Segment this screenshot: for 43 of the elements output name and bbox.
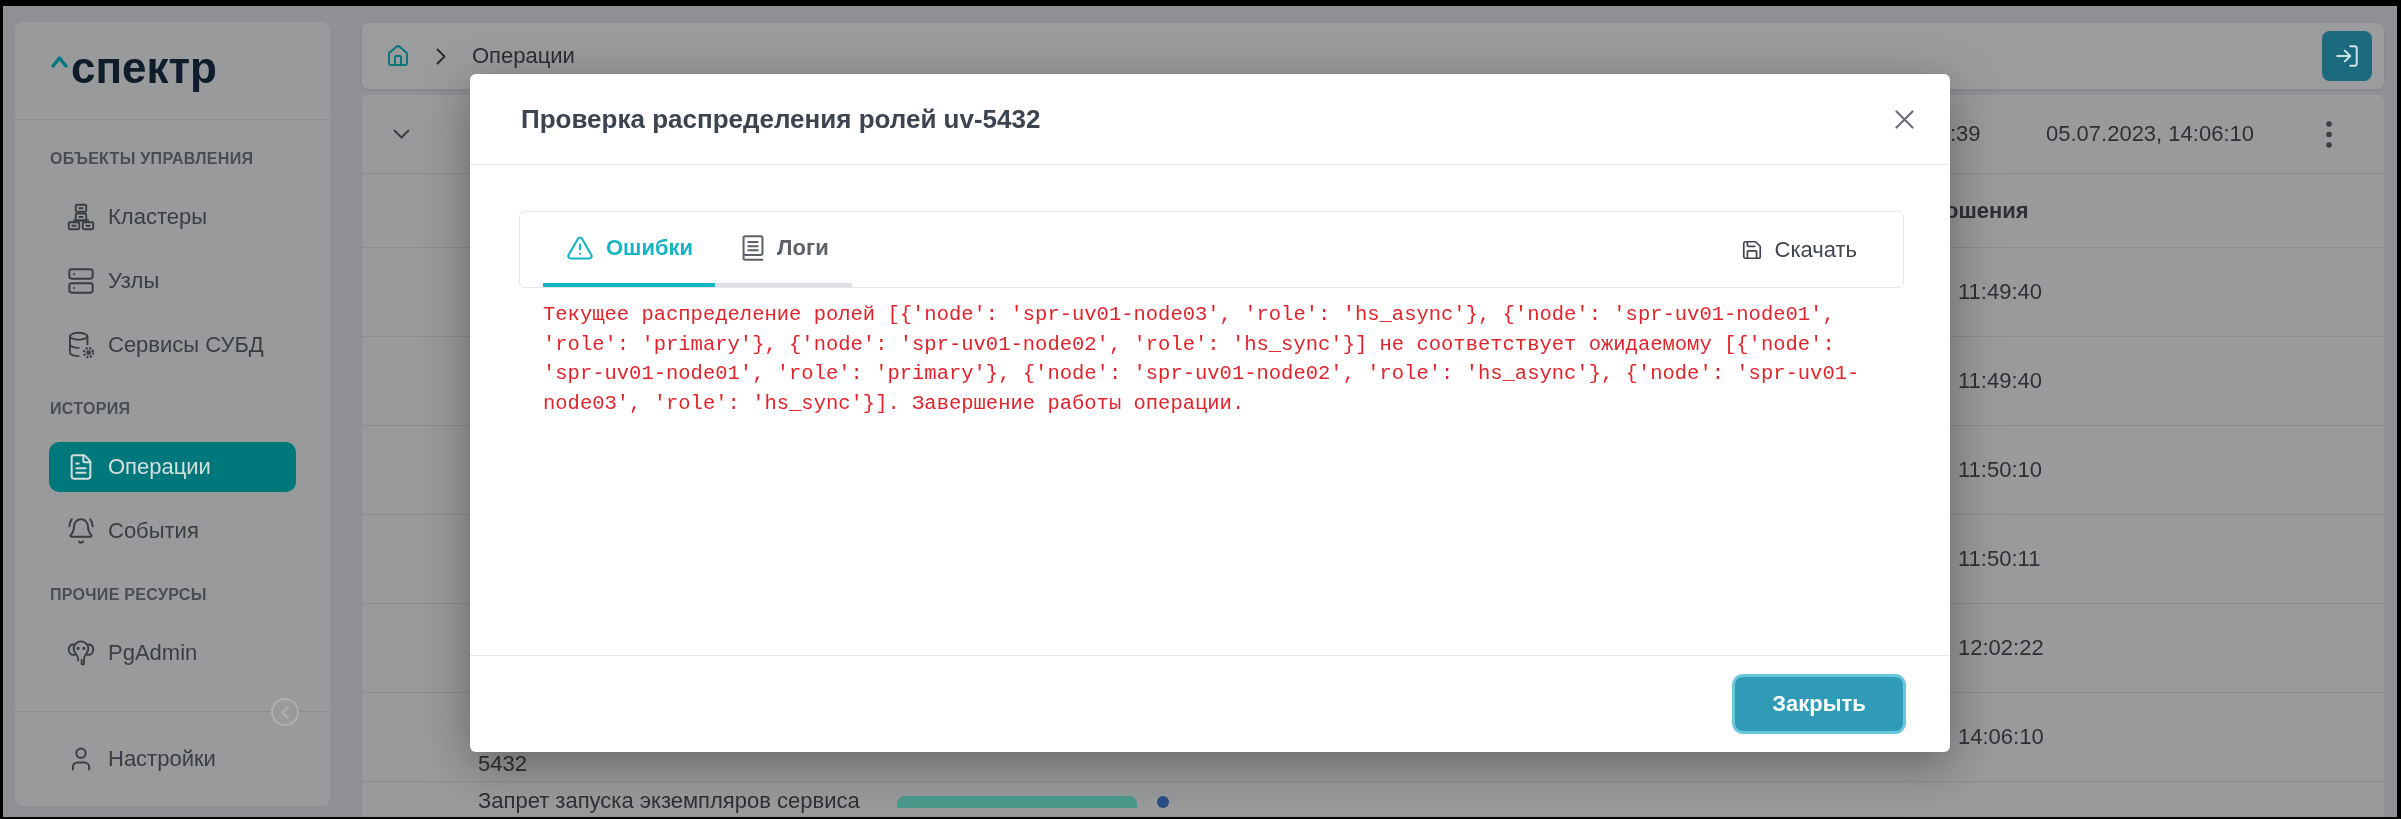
table-cell-text: 11:50:10 — [1957, 457, 2042, 483]
nav-item[interactable]: События — [49, 506, 296, 556]
chevron-down-icon[interactable] — [393, 129, 410, 139]
table-cell: 05.07.2023, 14:06:10 — [2046, 121, 2254, 147]
download-button[interactable]: Скачать — [1740, 236, 1857, 263]
tab[interactable]: Ошибки — [543, 212, 716, 287]
login-button[interactable] — [2322, 31, 2372, 81]
section-title: ПРОЧИЕ РЕСУРСЫ — [49, 585, 208, 605]
table-cell-text: 12:02:22 — [1957, 635, 2044, 661]
breadcrumb-item: Операции — [472, 43, 575, 69]
bell-icon — [67, 517, 95, 545]
table-cell-text: 11:50:11 — [1957, 546, 2041, 572]
table-cell-text: 11:49:40 — [1957, 279, 2042, 305]
nav-item[interactable]: Кластеры — [49, 192, 296, 242]
table-cell-text: :39 — [1949, 121, 1981, 147]
error-message: Текущее распределение ролей [{'node': 'spr-uv01-node03', 'role': 'hs_async'}, {'node': 'spr-uv01-node01', 'role': 'primary'}, {'node': 'spr-uv01-node02', 'role': 'hs_sync'}] не соответствует ожидаемому [{'node': 'spr-uv01-node01', 'role': 'primary'}, {'node': 'spr-uv01-node02', 'role': 'hs_async'}, {'node': 'spr-uv01-node03', 'role': 'hs_sync'}]. Завершение работы операции. — [542, 302, 1861, 417]
caret-icon — [51, 56, 68, 68]
section-title: ОБЪЕКТЫ УПРАВЛЕНИЯ — [49, 149, 255, 169]
nav-item[interactable]: PgAdmin — [49, 628, 296, 678]
elephant-icon — [67, 639, 95, 667]
save-icon — [1740, 238, 1763, 261]
more-icon[interactable] — [2326, 120, 2332, 148]
tab[interactable]: Логи — [715, 212, 852, 287]
nav-item[interactable]: Настройки — [49, 734, 296, 784]
nav-item[interactable]: Узлы — [49, 256, 296, 306]
table-cell-text: 11:49:40 — [1957, 368, 2042, 394]
database-gear-icon — [67, 331, 95, 359]
book-icon — [741, 234, 766, 261]
close-button[interactable] — [1895, 109, 1914, 129]
stacked-boxes-icon — [67, 203, 95, 231]
login-icon — [2334, 43, 2360, 69]
close-icon — [1895, 109, 1914, 129]
section-title: ИСТОРИЯ — [49, 399, 132, 419]
logo-text: спектр — [71, 44, 217, 92]
table-cell: Запрет запуска экземпляров сервиса — [478, 788, 860, 814]
table-cell: 5432 — [478, 751, 527, 777]
chevron-right-icon — [436, 47, 446, 65]
nav-item[interactable]: Операции — [49, 442, 296, 492]
modal-title: Проверка распределения ролей uv-5432 — [521, 103, 1041, 135]
nav-item[interactable]: Сервисы СУБД — [49, 320, 296, 370]
table-cell-text: 14:06:10 — [1957, 724, 2044, 750]
close-button[interactable]: Закрыть — [1735, 677, 1903, 731]
server-icon — [67, 267, 95, 295]
